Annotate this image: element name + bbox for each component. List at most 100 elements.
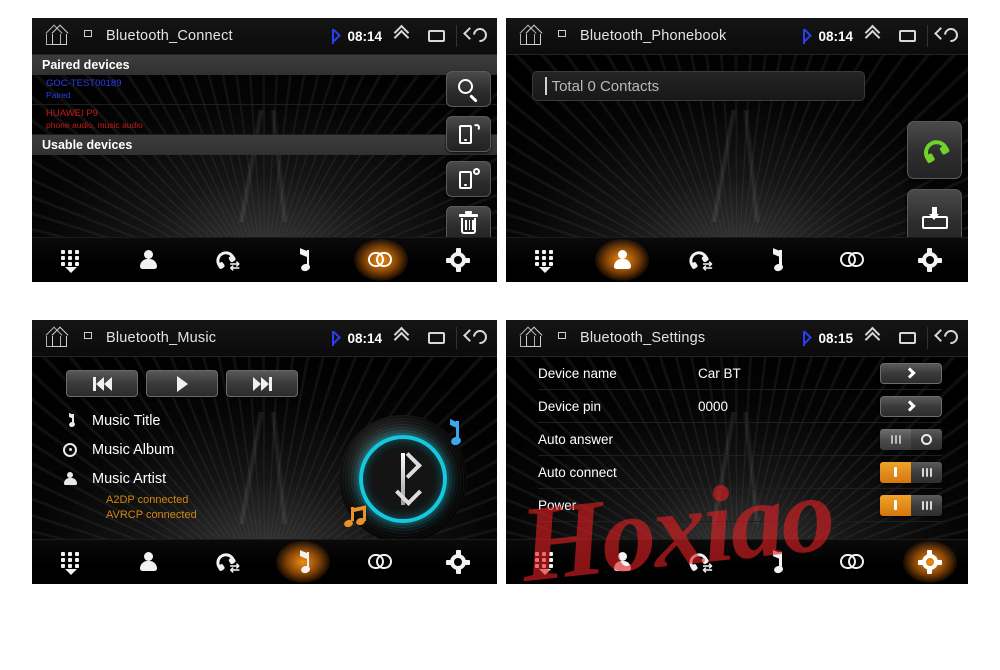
download-contacts-button[interactable]: [907, 189, 962, 237]
status-bar-right: 08:14: [329, 24, 497, 47]
trash-icon: [459, 211, 478, 235]
status-bar-right: 08:14: [329, 326, 497, 349]
disconnect-device-button[interactable]: [446, 161, 491, 197]
previous-track-button[interactable]: [66, 370, 138, 397]
bar-icon: [894, 500, 897, 510]
recents-icon[interactable]: [899, 332, 916, 344]
list-item[interactable]: GOC-TEST00189 Paired: [32, 75, 497, 105]
play-button[interactable]: [146, 370, 218, 397]
nav-item-contacts[interactable]: [110, 540, 188, 585]
expand-up-icon[interactable]: [393, 24, 412, 46]
home-icon[interactable]: [45, 24, 80, 47]
nav-item-connect[interactable]: [342, 540, 420, 585]
green-phone-icon: [918, 135, 950, 163]
person-icon: [613, 250, 631, 270]
nav-item-settings[interactable]: [420, 540, 498, 585]
dialpad-icon: [60, 552, 81, 575]
expand-up-icon[interactable]: [393, 326, 412, 348]
nav-item-dial[interactable]: [32, 540, 110, 585]
link-icon: [839, 554, 866, 570]
nav-item-calls[interactable]: ⇄: [187, 238, 265, 283]
nav-item-music[interactable]: [265, 540, 343, 585]
back-icon[interactable]: [463, 25, 490, 45]
list-item[interactable]: HUAWEI P9 phone audio, music audio: [32, 105, 497, 135]
power-toggle[interactable]: [880, 494, 942, 516]
screen-badge-icon: [558, 29, 566, 37]
back-icon[interactable]: [934, 25, 961, 45]
status-bar: Bluetooth_Connect 08:14: [32, 18, 497, 55]
divider: [927, 327, 928, 349]
orange-music-note-icon: [341, 505, 371, 529]
nav-item-settings[interactable]: [891, 238, 968, 283]
nav-item-dial[interactable]: [506, 238, 583, 283]
auto-answer-toggle[interactable]: [880, 428, 942, 450]
recents-icon[interactable]: [428, 332, 445, 344]
divider: [456, 25, 457, 47]
music-artist: Music Artist: [92, 470, 167, 487]
expand-up-icon[interactable]: [864, 24, 883, 46]
nav-item-music[interactable]: [737, 238, 814, 283]
nav-item-settings[interactable]: [891, 540, 968, 585]
toggle-left-on[interactable]: [880, 494, 911, 516]
dial-call-button[interactable]: [907, 121, 962, 179]
auto-connect-toggle[interactable]: [880, 461, 942, 483]
nav-item-calls[interactable]: ⇄: [660, 238, 737, 283]
setting-value: 0000: [698, 398, 729, 414]
settings-content: Device name Car BT Device pin 0000 Auto …: [506, 357, 968, 539]
nav-item-contacts[interactable]: [110, 238, 188, 283]
nav-item-calls[interactable]: ⇄: [660, 540, 737, 585]
connect-content: Paired devices GOC-TEST00189 Paired HUAW…: [32, 55, 497, 237]
divider: [456, 327, 457, 349]
panel-bluetooth-music: Bluetooth_Music 08:14 Music Title Music …: [32, 320, 497, 584]
bars-icon: [890, 434, 901, 444]
clock: 08:14: [818, 28, 853, 44]
nav-item-calls[interactable]: ⇄: [187, 540, 265, 585]
toggle-right-off[interactable]: [911, 494, 942, 516]
nav-item-dial[interactable]: [506, 540, 583, 585]
expand-up-icon[interactable]: [864, 326, 883, 348]
search-button[interactable]: [446, 71, 491, 107]
nav-item-contacts[interactable]: [583, 238, 660, 283]
toggle-right-off[interactable]: [911, 461, 942, 483]
toggle-left-off[interactable]: [880, 428, 911, 450]
setting-row-power: Power: [538, 489, 942, 522]
home-icon[interactable]: [519, 24, 554, 47]
nav-item-settings[interactable]: [420, 238, 498, 283]
bar-icon: [894, 467, 897, 477]
search-input[interactable]: Total 0 Contacts: [532, 71, 865, 101]
home-icon[interactable]: [45, 326, 80, 349]
back-icon[interactable]: [463, 327, 490, 347]
clock: 08:14: [347, 330, 382, 346]
nav-item-music[interactable]: [265, 238, 343, 283]
screen-badge-icon: [558, 331, 566, 339]
edit-device-name-button[interactable]: [880, 362, 942, 384]
nav-item-connect[interactable]: [814, 238, 891, 283]
delete-device-button[interactable]: [446, 206, 491, 237]
pair-device-button[interactable]: [446, 116, 491, 152]
nav-item-music[interactable]: [737, 540, 814, 585]
back-icon[interactable]: [934, 327, 961, 347]
chevron-right-icon: [903, 367, 916, 379]
setting-row-device-pin: Device pin 0000: [538, 390, 942, 423]
play-icon: [176, 375, 188, 392]
bluetooth-status-icon: [329, 28, 338, 44]
phone-dot-icon: [458, 168, 480, 190]
bottom-nav: ⇄: [506, 539, 968, 584]
person-icon: [63, 471, 77, 486]
recents-icon[interactable]: [899, 30, 916, 42]
bars-icon: [921, 500, 932, 510]
toggle-left-on[interactable]: [880, 461, 911, 483]
next-track-button[interactable]: [226, 370, 298, 397]
edit-device-pin-button[interactable]: [880, 395, 942, 417]
setting-row-auto-answer: Auto answer: [538, 423, 942, 456]
nav-item-connect[interactable]: [342, 238, 420, 283]
recents-icon[interactable]: [428, 30, 445, 42]
toggle-right-selected[interactable]: [911, 428, 942, 450]
bluetooth-disc-graphic: [339, 415, 467, 539]
device-status: Paired: [46, 90, 71, 100]
nav-item-dial[interactable]: [32, 238, 110, 283]
home-icon[interactable]: [519, 326, 554, 349]
search-icon: [458, 78, 479, 103]
nav-item-contacts[interactable]: [583, 540, 660, 585]
nav-item-connect[interactable]: [814, 540, 891, 585]
